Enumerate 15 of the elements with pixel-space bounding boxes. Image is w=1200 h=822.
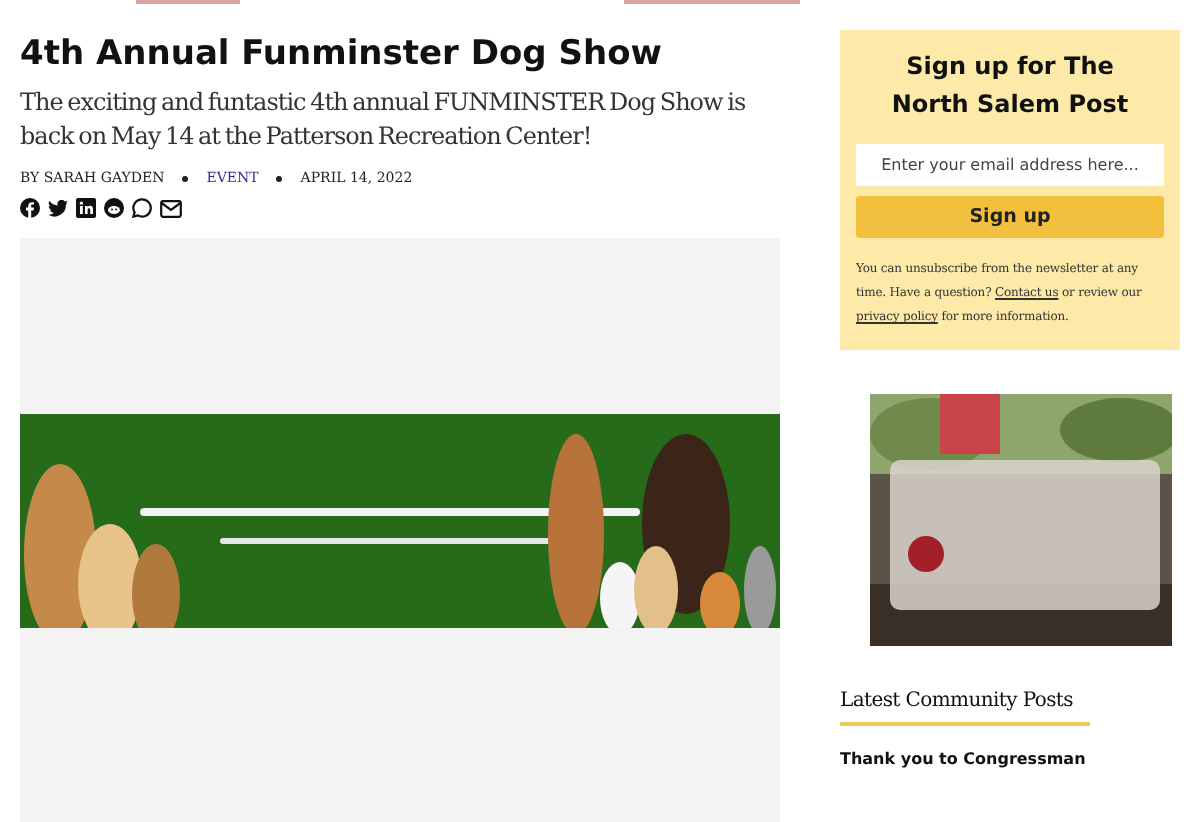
chat-icon[interactable] <box>132 198 152 218</box>
separator-dot <box>182 175 189 181</box>
reddit-icon[interactable] <box>104 198 124 218</box>
article-subtitle: The exciting and funtastic 4th annual FUNMINSTER Dog Show is back on May 14 at the Patterson Recreation Center! <box>20 86 748 154</box>
signup-title: Sign up for The North Salem Post <box>889 50 1131 122</box>
bird-icon[interactable] <box>48 199 68 217</box>
email-field[interactable]: Enter your email address here... <box>856 144 1164 186</box>
facebook-icon[interactable] <box>20 198 40 218</box>
linkedin-icon[interactable] <box>76 198 96 218</box>
latest-heading: Latest Community Posts <box>840 690 1090 726</box>
post-link[interactable]: Thank you to Congressman <box>840 750 1180 768</box>
article-title: 4th Annual Funminster Dog Show <box>20 34 664 74</box>
separator-dot <box>276 175 283 181</box>
email-icon[interactable] <box>160 199 182 217</box>
signup-button[interactable]: Sign up <box>856 196 1164 238</box>
